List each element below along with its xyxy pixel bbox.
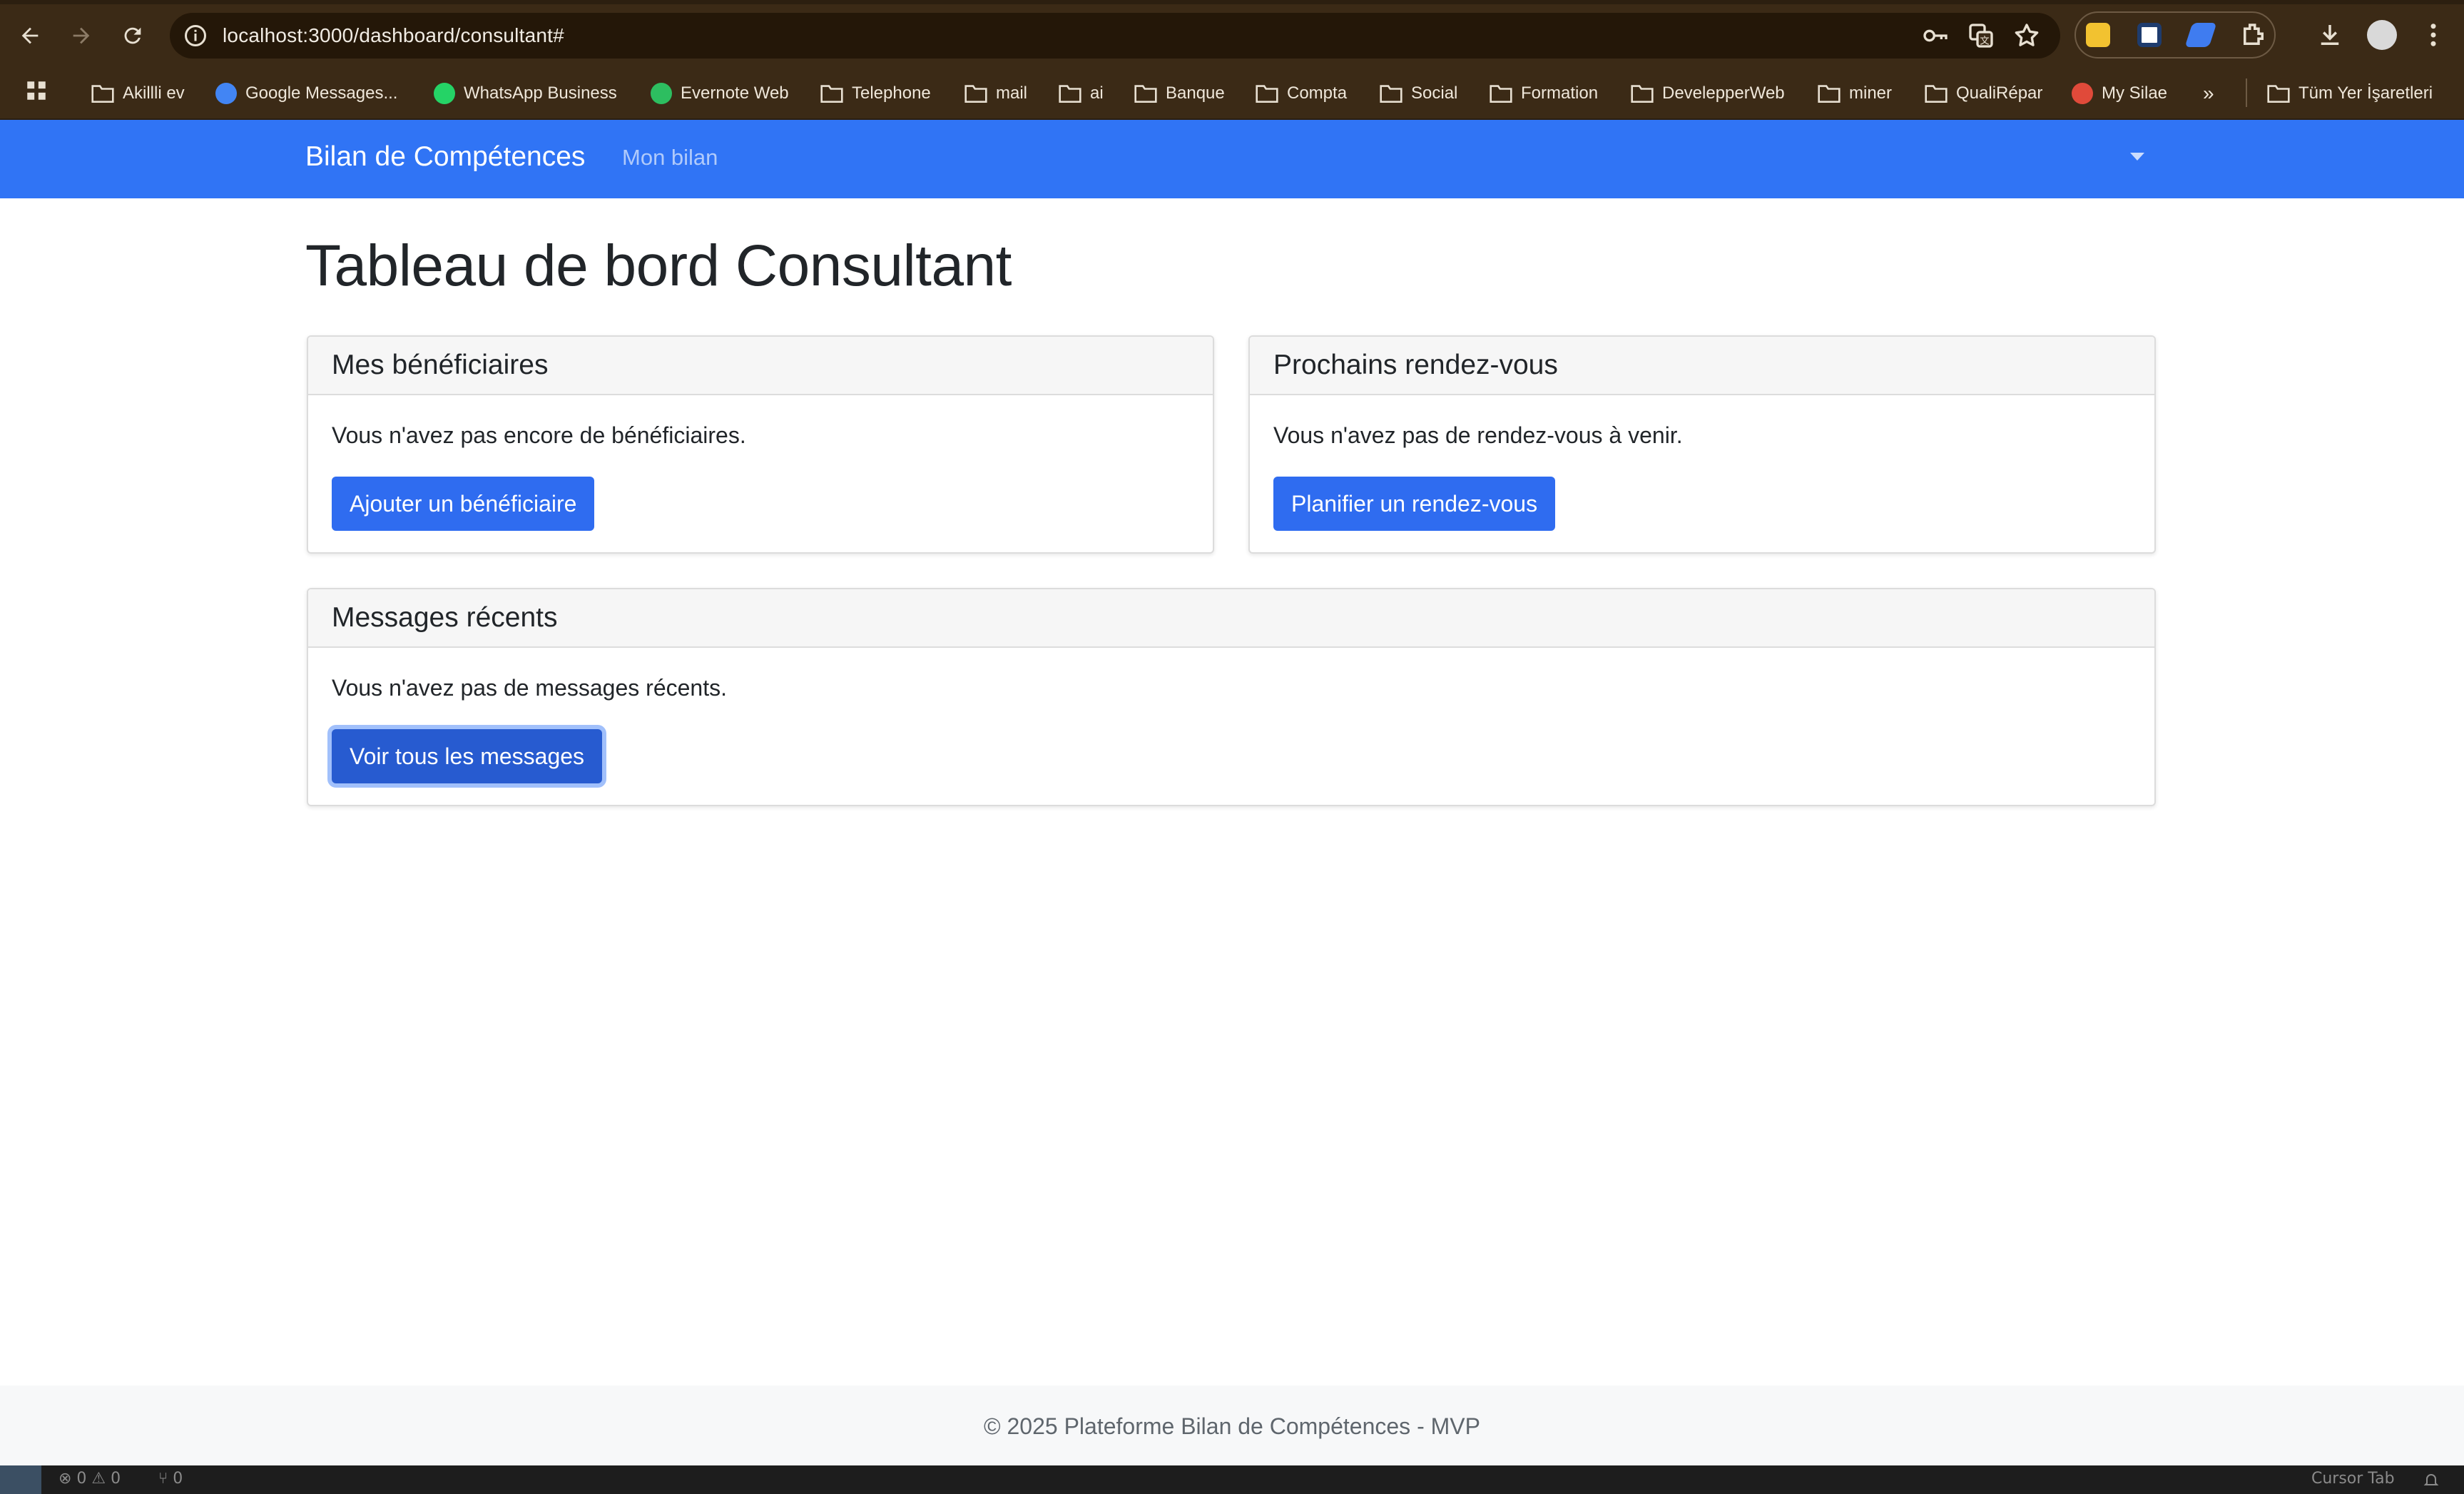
page-title: Tableau de bord Consultant	[305, 233, 1012, 298]
folder-icon	[1490, 85, 1512, 103]
folder-icon	[2267, 85, 2290, 103]
view-all-messages-button[interactable]: Voir tous les messages	[332, 729, 603, 783]
bookmark-item[interactable]: Social	[1380, 77, 1457, 110]
arrow-right-icon	[73, 27, 90, 44]
reload-icon	[124, 27, 141, 44]
bookmark-item[interactable]: WhatsApp Business	[434, 77, 617, 110]
apps-grid-icon[interactable]	[24, 78, 49, 103]
bookmark-item[interactable]: My Silae	[2072, 77, 2167, 110]
bookmark-item[interactable]: Formation	[1490, 77, 1598, 110]
folder-icon	[1925, 85, 1948, 103]
card-header: Prochains rendez-vous	[1250, 337, 2154, 395]
schedule-appointment-button[interactable]: Planifier un rendez-vous	[1273, 477, 1556, 531]
evernote-icon	[651, 83, 672, 104]
star-icon[interactable]	[2012, 21, 2041, 50]
footer-copyright: © 2025 Plateforme Bilan de Compétences -…	[984, 1413, 1480, 1439]
whatsapp-icon	[434, 83, 455, 104]
folder-icon	[964, 85, 987, 103]
bookmark-item[interactable]: Google Messages...	[215, 77, 397, 110]
arrow-left-icon	[21, 27, 39, 44]
cursor-tab-indicator[interactable]: Cursor Tab	[2311, 1470, 2395, 1488]
svg-text:文: 文	[1980, 36, 1989, 47]
tab-strip	[0, 0, 2464, 4]
ports-indicator[interactable]: ⑂ 0	[158, 1470, 183, 1488]
bookmark-item[interactable]: Akillli ev	[91, 77, 185, 110]
add-beneficiary-button[interactable]: Ajouter un bénéficiaire	[332, 477, 595, 531]
silae-icon	[2072, 83, 2093, 104]
translate-icon[interactable]: 文	[1967, 21, 1995, 50]
remote-indicator[interactable]	[0, 1465, 41, 1494]
bookmark-item[interactable]: QualiRépar	[1925, 77, 2042, 110]
forward-button[interactable]	[64, 19, 98, 53]
all-bookmarks-item[interactable]: Tüm Yer İşaretleri	[2267, 77, 2433, 110]
profile-avatar[interactable]	[2367, 20, 2397, 50]
divider	[2246, 78, 2247, 107]
bookmark-item[interactable]: Telephone	[820, 77, 931, 110]
url-text[interactable]: localhost:3000/dashboard/consultant#	[223, 24, 564, 47]
card-text: Vous n'avez pas de rendez-vous à venir.	[1273, 422, 1683, 448]
download-icon[interactable]	[2315, 20, 2345, 50]
folder-icon	[91, 85, 114, 103]
status-bar	[0, 1465, 2464, 1494]
nav-link-mon-bilan[interactable]: Mon bilan	[622, 145, 718, 171]
puzzle-icon[interactable]	[2239, 20, 2269, 50]
bell-icon[interactable]	[2423, 1471, 2440, 1488]
navbar-brand[interactable]: Bilan de Compétences	[305, 141, 585, 173]
bookmark-item[interactable]: Compta	[1256, 77, 1347, 110]
google-messages-icon	[215, 83, 237, 104]
problems-indicator[interactable]: ⊗ 0 ⚠ 0	[58, 1470, 121, 1488]
folder-icon	[1631, 85, 1654, 103]
address-bar[interactable]: localhost:3000/dashboard/consultant#	[170, 13, 2060, 59]
menu-kebab-icon[interactable]	[2418, 20, 2448, 50]
user-dropdown-toggle[interactable]	[2130, 153, 2144, 161]
folder-icon	[1059, 85, 1081, 103]
key-icon[interactable]	[1921, 21, 1950, 50]
card-messages: Messages récents Vous n'avez pas de mess…	[307, 588, 2156, 806]
back-button[interactable]	[13, 19, 47, 53]
card-header: Messages récents	[308, 589, 2154, 648]
card-text: Vous n'avez pas de messages récents.	[332, 675, 727, 701]
bookmark-item[interactable]: Banque	[1134, 77, 1225, 110]
card-text: Vous n'avez pas encore de bénéficiaires.	[332, 422, 746, 448]
card-rendezvous: Prochains rendez-vous Vous n'avez pas de…	[1248, 335, 2156, 554]
bookmarks-overflow-button[interactable]: »	[2203, 77, 2214, 110]
folder-icon	[820, 85, 843, 103]
folder-icon	[1134, 85, 1157, 103]
folder-icon	[1380, 85, 1402, 103]
site-info-icon[interactable]	[183, 23, 208, 49]
card-header: Mes bénéficiaires	[308, 337, 1213, 395]
bookmark-item[interactable]: ai	[1059, 77, 1104, 110]
bookmark-item[interactable]: mail	[964, 77, 1027, 110]
extension-keep-icon[interactable]	[2086, 23, 2110, 47]
reload-button[interactable]	[116, 19, 150, 53]
bookmark-item[interactable]: Evernote Web	[651, 77, 789, 110]
bookmark-item[interactable]: miner	[1818, 77, 1892, 110]
extension-shield-icon[interactable]	[2137, 23, 2162, 47]
bookmark-item[interactable]: DevelepperWeb	[1631, 77, 1785, 110]
card-beneficiaires: Mes bénéficiaires Vous n'avez pas encore…	[307, 335, 1214, 554]
folder-icon	[1256, 85, 1278, 103]
folder-icon	[1818, 85, 1841, 103]
